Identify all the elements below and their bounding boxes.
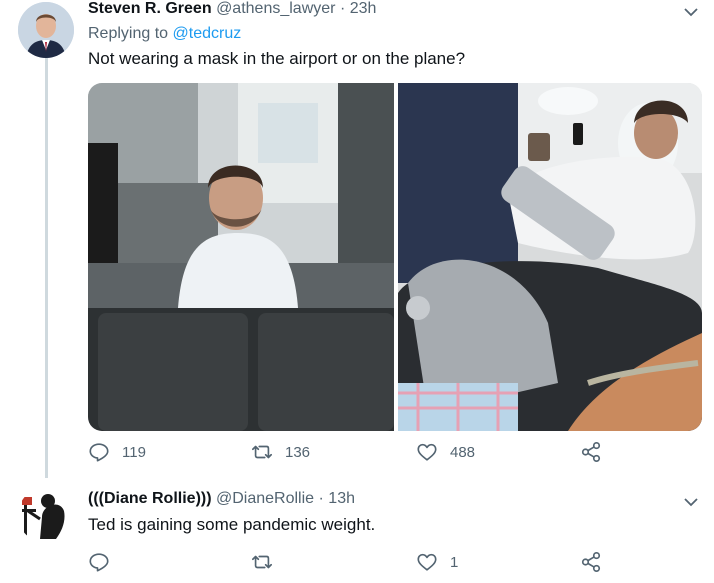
replying-to-link[interactable]: @tedcruz — [173, 25, 242, 42]
tweet-text: Not wearing a mask in the airport or on … — [88, 49, 466, 68]
reply-handle[interactable]: @DianeRollie — [216, 490, 314, 507]
tweet-header: Steven R. Green @athens_lawyer · 23h — [88, 0, 376, 18]
handle[interactable]: @athens_lawyer — [216, 0, 335, 17]
share-icon — [581, 552, 601, 572]
reply-display-name[interactable]: (((Diane Rollie))) — [88, 490, 212, 507]
tweet-media[interactable] — [88, 83, 702, 431]
display-name[interactable]: Steven R. Green — [88, 0, 212, 17]
reply-header: (((Diane Rollie))) @DianeRollie · 13h — [88, 490, 355, 508]
reply-reply-action[interactable] — [88, 551, 110, 573]
separator: · — [339, 0, 346, 17]
reply-separator: · — [318, 490, 324, 507]
reply-action[interactable]: 119 — [88, 441, 146, 463]
avatar[interactable] — [18, 2, 74, 58]
share-action[interactable] — [580, 441, 602, 463]
retweet-count: 136 — [285, 443, 311, 461]
share-icon — [581, 442, 601, 462]
like-count: 488 — [450, 443, 476, 461]
chevron-down-icon[interactable] — [683, 494, 699, 510]
replying-prefix: Replying to — [88, 25, 169, 42]
reply-avatar[interactable] — [18, 487, 74, 543]
like-icon — [417, 553, 437, 571]
photo-airport[interactable] — [88, 83, 394, 431]
reply-icon — [89, 553, 109, 572]
reply-retweet-action[interactable] — [251, 551, 273, 573]
replying-to: Replying to @tedcruz — [88, 25, 241, 43]
thread-line — [45, 58, 48, 478]
timestamp[interactable]: 23h — [350, 0, 377, 17]
retweet-action[interactable]: 136 — [251, 441, 310, 463]
reply-icon — [89, 443, 109, 462]
reply-share-action[interactable] — [580, 551, 602, 573]
reply-like-count: 1 — [450, 553, 459, 571]
retweet-icon — [252, 555, 272, 569]
reply-text: Ted is gaining some pandemic weight. — [88, 515, 376, 534]
like-icon — [417, 443, 437, 461]
retweet-icon — [252, 445, 272, 459]
photo-plane[interactable] — [398, 83, 702, 431]
like-action[interactable]: 488 — [416, 441, 475, 463]
reply-timestamp[interactable]: 13h — [328, 490, 355, 507]
chevron-down-icon[interactable] — [683, 4, 699, 20]
reply-count: 119 — [122, 443, 146, 461]
reply-like-action[interactable]: 1 — [416, 551, 458, 573]
